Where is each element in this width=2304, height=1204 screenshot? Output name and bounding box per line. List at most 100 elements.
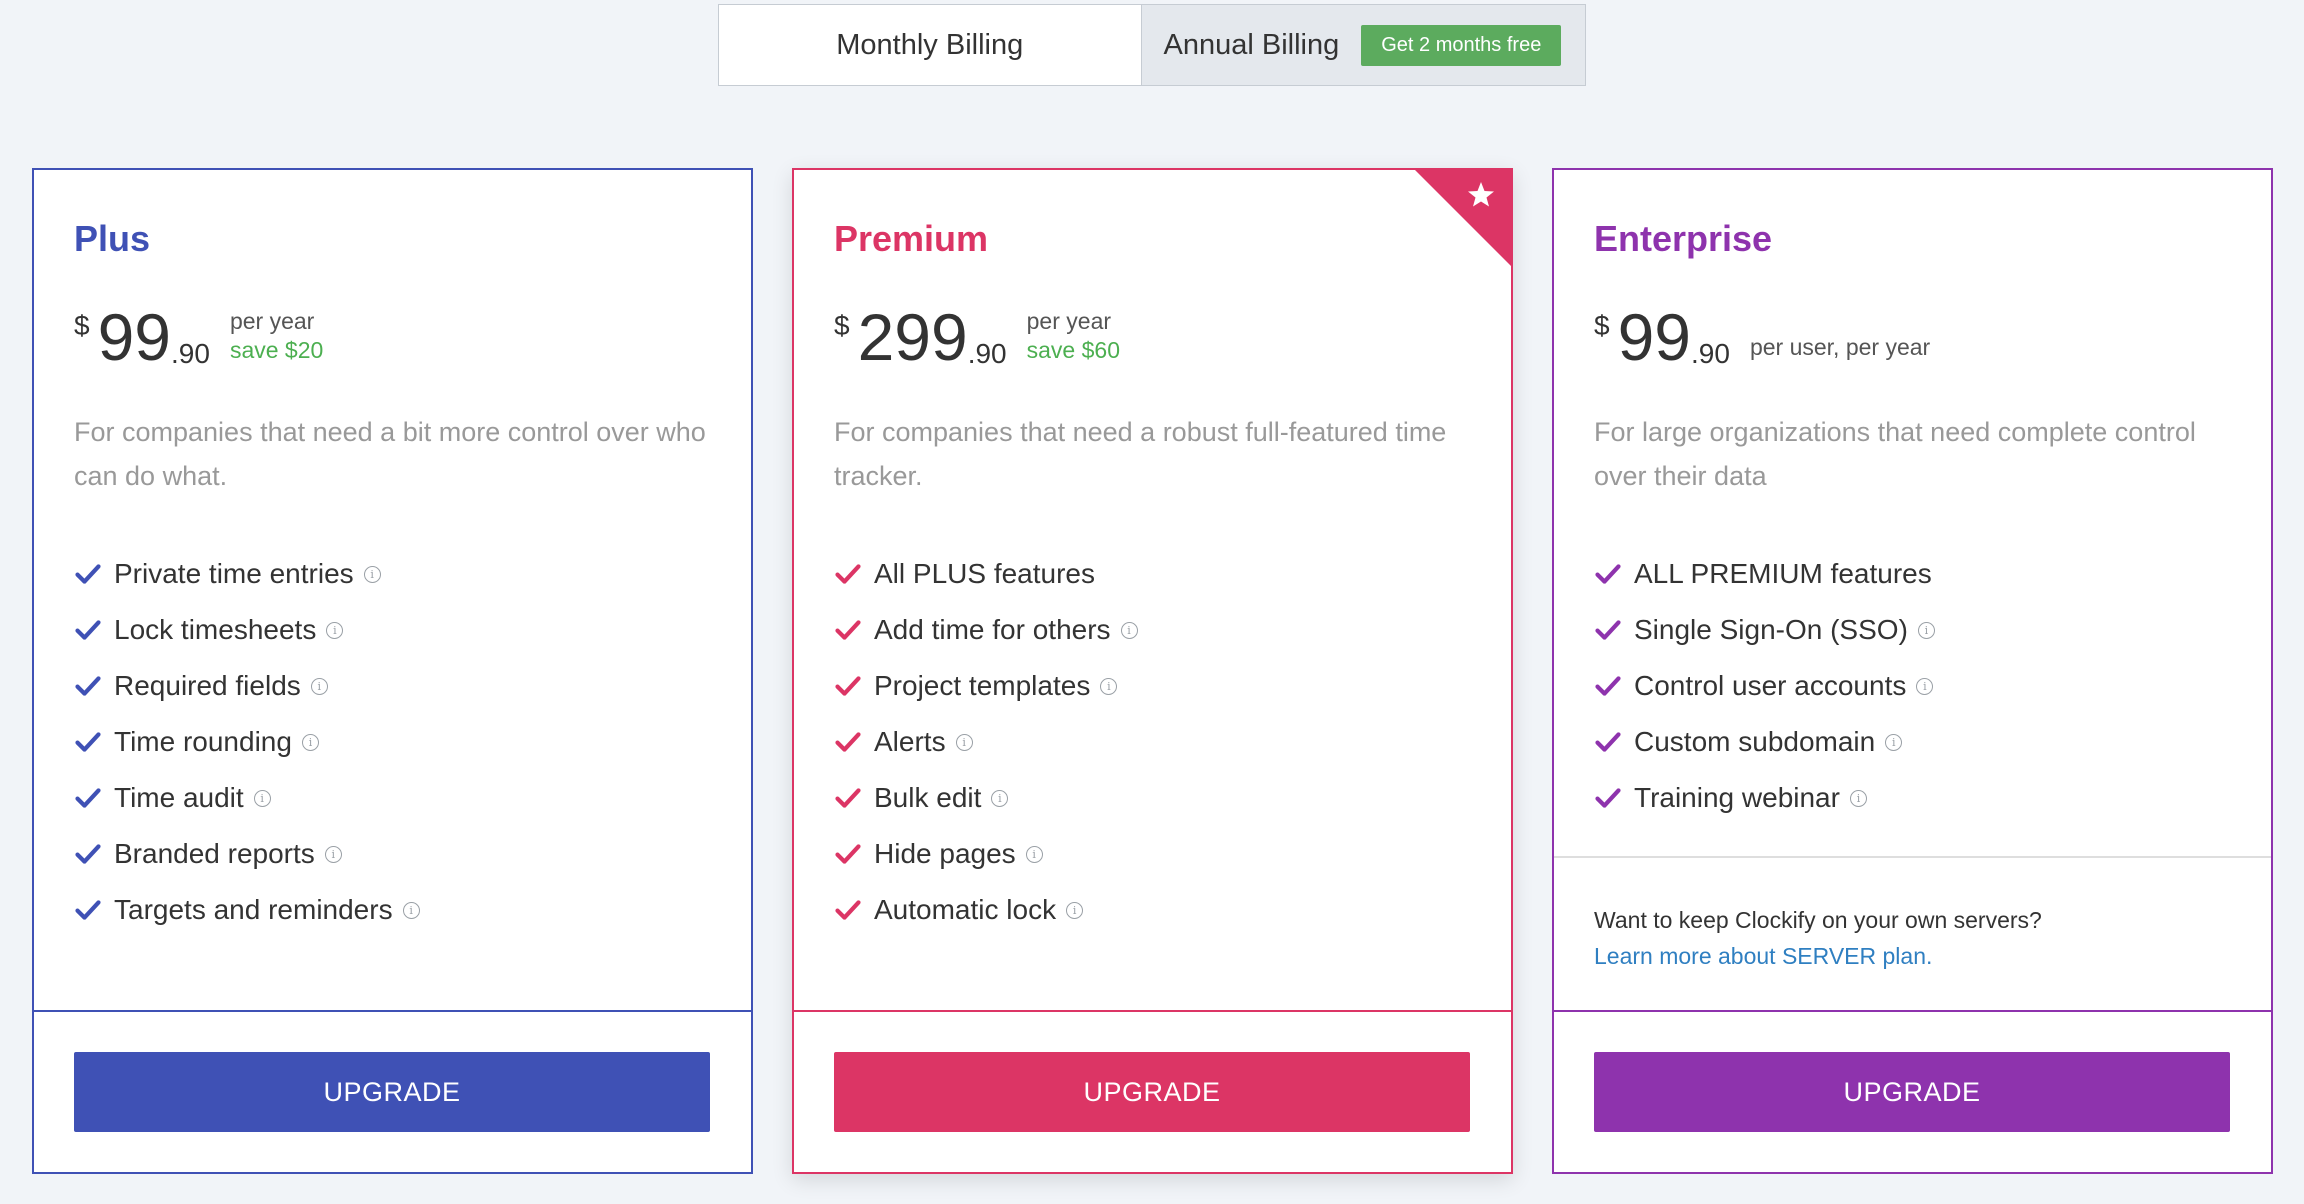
check-icon [1595,788,1621,808]
feature-label: Custom subdomain [1634,726,1876,757]
price-cents: .90 [171,338,210,369]
check-icon [1595,732,1621,752]
featured-corner-ribbon [1415,170,1511,266]
info-icon[interactable]: i [363,565,381,583]
info-icon[interactable]: i [1066,901,1084,919]
server-plan-link[interactable]: Learn more about SERVER plan. [1594,938,2042,974]
price-currency: $ [74,310,90,341]
check-icon [835,564,861,584]
feature-list: All PLUS features Add time for others i Pro… [834,546,1138,938]
info-icon[interactable]: i [1120,621,1138,639]
price-cents: .90 [1691,338,1730,369]
info-icon[interactable]: i [955,733,973,751]
monthly-billing-tab[interactable]: Monthly Billing [719,5,1142,85]
check-icon [75,788,101,808]
plan-name: Premium [834,218,989,259]
feature-label: All PLUS features [874,558,1095,589]
price-cents: .90 [967,338,1007,369]
feature-item: Lock timesheets i [74,602,420,658]
feature-item: Automatic lock i [834,882,1138,938]
feature-label: ALL PREMIUM features [1634,558,1932,589]
upgrade-button-enterprise[interactable]: UPGRADE [1594,1052,2230,1132]
check-icon [835,676,861,696]
check-icon [835,844,861,864]
card-divider [1554,1010,2271,1012]
feature-item: Branded reports i [74,826,420,882]
feature-item: Required fields i [74,658,420,714]
feature-item: Alerts i [834,714,1138,770]
upgrade-button-plus[interactable]: UPGRADE [74,1052,710,1132]
feature-label: Required fields [114,670,301,701]
info-icon[interactable]: i [402,901,420,919]
check-icon [835,788,861,808]
feature-item: Control user accounts i [1594,658,1935,714]
plan-description: For companies that need a robust full-fe… [834,417,1447,491]
feature-item: Targets and reminders i [74,882,420,938]
price-period: per user, per year [1749,334,1931,360]
feature-label: Hide pages [874,838,1016,869]
feature-item: Bulk edit i [834,770,1138,826]
annual-billing-label: Annual Billing [1163,28,1340,61]
info-icon[interactable]: i [1916,677,1934,695]
price-amount: 299 [857,300,968,374]
info-icon[interactable]: i [1917,621,1935,639]
check-icon [1595,620,1621,640]
check-icon [835,732,861,752]
check-icon [75,900,101,920]
annual-billing-tab[interactable]: Annual Billing Get 2 months free [1141,5,1585,85]
feature-label: Project templates [874,670,1091,701]
price-currency: $ [834,310,850,341]
feature-label: Lock timesheets [114,614,317,645]
check-icon [1595,676,1621,696]
check-icon [75,676,101,696]
card-divider [794,1010,1511,1012]
info-icon[interactable]: i [301,733,319,751]
feature-item: Time rounding i [74,714,420,770]
feature-item: Custom subdomain i [1594,714,1935,770]
feature-item: Project templates i [834,658,1138,714]
feature-label: Control user accounts [1634,670,1907,701]
feature-item: Single Sign-On (SSO) i [1594,602,1935,658]
plan-description: For companies that need a bit more contr… [74,417,706,491]
free-months-badge: Get 2 months free [1361,24,1562,66]
feature-label: Bulk edit [874,782,982,813]
check-icon [1595,564,1621,584]
check-icon [835,900,861,920]
upgrade-button-premium[interactable]: UPGRADE [834,1052,1470,1132]
server-divider [1554,856,2271,858]
price-savings: save $20 [229,337,324,363]
price-period: per year [1026,308,1112,334]
plan-price: $ 99 .90 per user, per year [1594,304,1930,370]
feature-label: Time rounding [114,726,292,757]
info-icon[interactable]: i [253,789,271,807]
price-period-block: per user, per year [1750,334,1930,361]
feature-label: Targets and reminders [114,894,393,925]
plan-name: Enterprise [1594,218,1773,259]
info-icon[interactable]: i [991,789,1009,807]
plan-card-enterprise: Enterprise $ 99 .90 per user, per year F… [1552,168,2273,1174]
feature-label: Branded reports [114,838,315,869]
info-icon[interactable]: i [310,677,328,695]
info-icon[interactable]: i [1885,733,1903,751]
plan-card-plus: Plus $ 99 .90 per year save $20 For comp… [32,168,753,1174]
info-icon[interactable]: i [1849,789,1867,807]
feature-list: Private time entries i Lock timesheets i Req… [74,546,420,938]
plan-description: For large organizations that need comple… [1594,417,2196,491]
feature-item: Private time entries i [74,546,420,602]
info-icon[interactable]: i [324,845,342,863]
info-icon[interactable]: i [1100,677,1118,695]
price-period: per year [229,308,315,334]
plan-price: $ 99 .90 per year save $20 [74,304,323,370]
check-icon [75,732,101,752]
info-icon[interactable]: i [1025,845,1043,863]
price-period-block: per year save $60 [1027,308,1120,364]
feature-item: Add time for others i [834,602,1138,658]
info-icon[interactable]: i [326,621,344,639]
feature-item: Hide pages i [834,826,1138,882]
price-currency: $ [1594,310,1610,341]
server-plan-text: Want to keep Clockify on your own server… [1594,907,2042,933]
card-divider [34,1010,751,1012]
feature-label: Private time entries [114,558,354,589]
price-period-block: per year save $20 [230,308,323,364]
price-amount: 99 [1617,300,1691,374]
